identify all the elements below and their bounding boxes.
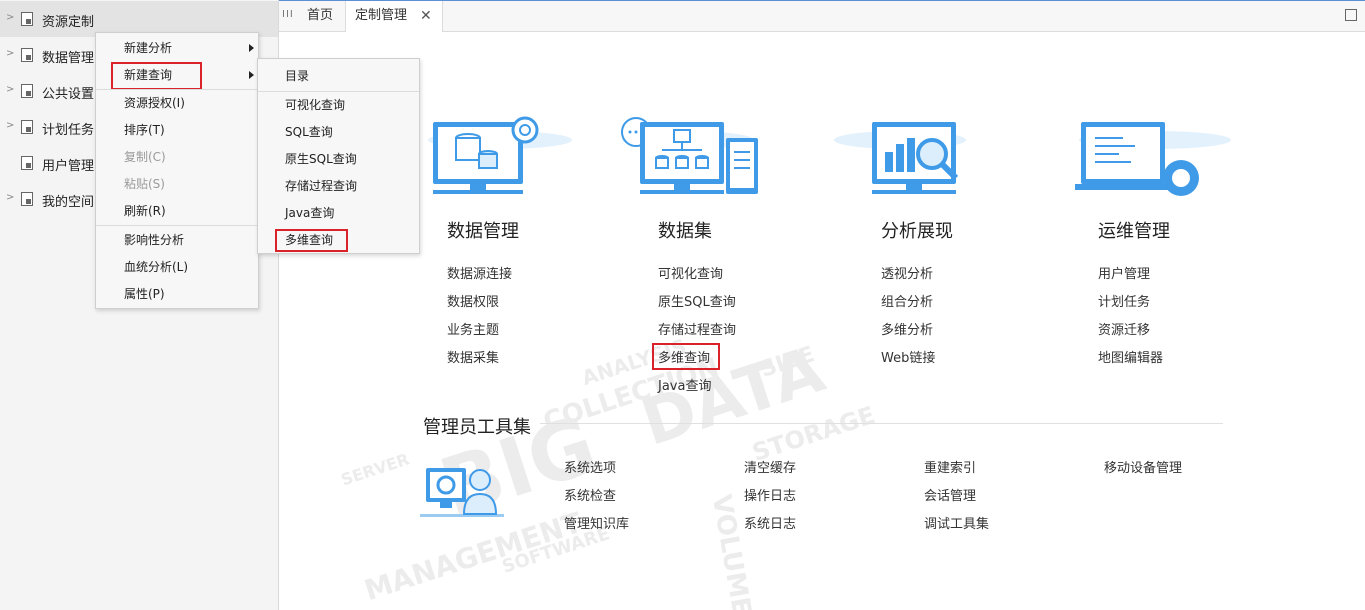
bg-word: MANAGEMENT xyxy=(360,505,586,608)
link-rebuild-index[interactable]: 重建索引 xyxy=(924,457,976,476)
close-icon[interactable]: ✕ xyxy=(420,1,432,31)
submenu-item-visual-query[interactable]: 可视化查询 xyxy=(285,92,345,119)
database-icon xyxy=(21,48,33,62)
link-visual-query[interactable]: 可视化查询 xyxy=(658,263,723,282)
link-manage-repository[interactable]: 管理知识库 xyxy=(564,513,629,532)
link-debug-tools[interactable]: 调试工具集 xyxy=(924,513,989,532)
submenu-arrow-icon xyxy=(249,71,254,79)
context-menu: 新建分析 新建查询 资源授权(I) 排序(T) 复制(C) 粘贴(S) 刷新(R… xyxy=(95,32,259,309)
link-pivot-analysis[interactable]: 透视分析 xyxy=(881,263,933,282)
new-query-submenu: 目录 可视化查询 SQL查询 原生SQL查询 存储过程查询 Java查询 多维查… xyxy=(257,58,420,254)
admin-tools-title: 管理员工具集 xyxy=(423,417,531,438)
sidebar-item-label: 计划任务 xyxy=(42,123,95,138)
section-title-analysis: 分析展现 xyxy=(881,221,953,242)
person-folder-icon xyxy=(21,192,33,206)
link-business-topic[interactable]: 业务主题 xyxy=(447,319,499,338)
menu-item-lineage-analysis[interactable]: 血统分析(L) xyxy=(124,254,188,281)
menu-item-label: 新建分析 xyxy=(124,41,173,55)
highlight-box xyxy=(275,229,348,252)
link-user-management[interactable]: 用户管理 xyxy=(1098,263,1150,282)
submenu-item-sql-query[interactable]: SQL查询 xyxy=(285,119,333,146)
menu-item-resource-auth[interactable]: 资源授权(I) xyxy=(124,90,185,117)
highlight-box xyxy=(111,62,202,90)
link-operation-log[interactable]: 操作日志 xyxy=(744,485,796,504)
data-management-illustration xyxy=(428,116,572,194)
menu-separator xyxy=(96,225,258,226)
tab-label: 首页 xyxy=(306,8,333,23)
submenu-item-folder[interactable]: 目录 xyxy=(285,63,309,90)
tab-home[interactable]: 首页 xyxy=(297,1,343,31)
sidebar-item-label: 数据管理 xyxy=(42,51,95,66)
menu-item-properties[interactable]: 属性(P) xyxy=(124,281,165,308)
menu-item-sort[interactable]: 排序(T) xyxy=(124,117,165,144)
bg-word: SERVER xyxy=(338,449,412,490)
link-datasource-connection[interactable]: 数据源连接 xyxy=(447,263,512,282)
chevron-right-icon[interactable]: > xyxy=(6,84,16,95)
calendar-icon xyxy=(21,120,33,134)
link-map-editor[interactable]: 地图编辑器 xyxy=(1098,347,1163,366)
link-native-sql-query[interactable]: 原生SQL查询 xyxy=(658,291,736,310)
link-data-collection[interactable]: 数据采集 xyxy=(447,347,499,366)
menu-item-refresh[interactable]: 刷新(R) xyxy=(124,198,166,225)
menu-item-impact-analysis[interactable]: 影响性分析 xyxy=(124,227,184,254)
chevron-right-icon[interactable]: > xyxy=(6,192,16,203)
chevron-right-icon[interactable]: > xyxy=(6,120,16,131)
sidebar-item-label: 我的空间 xyxy=(42,195,95,210)
link-system-check[interactable]: 系统检查 xyxy=(564,485,616,504)
submenu-item-java-query[interactable]: Java查询 xyxy=(285,200,334,227)
link-session-management[interactable]: 会话管理 xyxy=(924,485,976,504)
link-system-log[interactable]: 系统日志 xyxy=(744,513,796,532)
bg-word: SIZE xyxy=(757,342,818,383)
menu-item-new-analysis[interactable]: 新建分析 xyxy=(124,35,256,62)
link-combo-analysis[interactable]: 组合分析 xyxy=(881,291,933,310)
link-system-options[interactable]: 系统选项 xyxy=(564,457,616,476)
user-icon xyxy=(21,156,33,170)
maximize-icon[interactable] xyxy=(1345,9,1357,21)
tab-label: 定制管理 xyxy=(355,8,408,23)
sidebar-item-label: 用户管理 xyxy=(42,159,95,174)
tab-custom-management[interactable]: 定制管理 ✕ xyxy=(345,1,443,32)
link-web-link[interactable]: Web链接 xyxy=(881,347,935,366)
link-resource-migration[interactable]: 资源迁移 xyxy=(1098,319,1150,338)
link-mobile-device-management[interactable]: 移动设备管理 xyxy=(1104,457,1182,476)
section-title-data-management: 数据管理 xyxy=(447,221,519,242)
section-title-dataset: 数据集 xyxy=(658,221,712,242)
submenu-item-native-sql-query[interactable]: 原生SQL查询 xyxy=(285,146,357,173)
menu-item-paste: 粘贴(S) xyxy=(124,177,165,191)
link-stored-procedure-query[interactable]: 存储过程查询 xyxy=(658,319,736,338)
submenu-arrow-icon xyxy=(249,44,254,52)
link-multidim-analysis[interactable]: 多维分析 xyxy=(881,319,933,338)
dataset-illustration xyxy=(621,117,758,194)
link-clear-cache[interactable]: 清空缓存 xyxy=(744,457,796,476)
operations-illustration xyxy=(1075,122,1231,196)
chevron-right-icon[interactable]: > xyxy=(6,48,16,59)
link-scheduled-tasks[interactable]: 计划任务 xyxy=(1098,291,1150,310)
admin-divider xyxy=(540,423,1223,424)
bg-word: VOLUME xyxy=(705,492,757,610)
link-multidim-query[interactable]: 多维查询 xyxy=(652,343,721,370)
menu-item-copy: 复制(C) xyxy=(124,150,166,164)
chevron-right-icon[interactable]: > xyxy=(6,12,16,23)
submenu-item-stored-procedure-query[interactable]: 存储过程查询 xyxy=(285,173,357,200)
section-title-operations: 运维管理 xyxy=(1098,221,1170,242)
analysis-illustration xyxy=(834,122,966,194)
folder-icon xyxy=(21,12,33,26)
tab-menu-icon[interactable]: III xyxy=(282,9,294,20)
link-java-query[interactable]: Java查询 xyxy=(658,375,711,394)
settings-icon xyxy=(21,84,33,98)
admin-tools-illustration xyxy=(420,468,504,517)
sidebar-item-label: 公共设置 xyxy=(42,87,95,102)
background-word-cloud: BIG DATA COLLECTION ANALYSIS STORAGE MAN… xyxy=(280,290,980,610)
sidebar-item-label: 资源定制 xyxy=(42,15,95,30)
link-data-permission[interactable]: 数据权限 xyxy=(447,291,499,310)
